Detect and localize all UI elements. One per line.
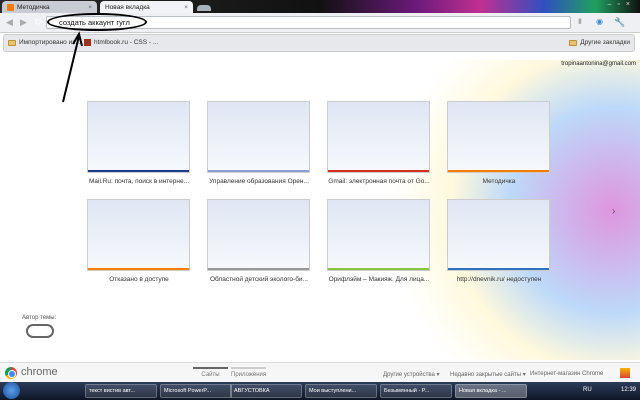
taskbar: текст вистив авт... Microsoft PowerP... АВ… xyxy=(0,382,640,400)
most-visited-thumbnail[interactable] xyxy=(207,199,310,271)
thumbnail-accent xyxy=(88,170,189,172)
thumbnail-label[interactable]: http://dnevnik.ru/ недоступен xyxy=(439,276,559,283)
clock[interactable]: 12:39 xyxy=(621,387,636,393)
start-button[interactable] xyxy=(3,382,20,399)
most-visited-thumbnail[interactable] xyxy=(447,101,550,173)
chrome-logo-icon xyxy=(5,367,17,379)
thumbnail-accent xyxy=(88,268,189,270)
thumbnail-label[interactable]: Mail.Ru: почта, поиск в интерне... xyxy=(79,178,199,185)
theme-author-label: Автор темы: xyxy=(22,315,57,321)
taskbar-item[interactable]: Безымянный - P... xyxy=(380,384,452,398)
most-visited-thumbnail[interactable] xyxy=(327,101,430,173)
other-devices-menu[interactable]: Другие устройства ▾ xyxy=(383,371,439,378)
most-visited-thumbnail[interactable] xyxy=(87,101,190,173)
taskbar-item[interactable]: АВГУСТОВКА xyxy=(230,384,302,398)
recently-closed-menu[interactable]: Недавно закрытые сайты ▾ xyxy=(450,371,526,378)
footer: chrome Сайты Приложения Другие устройств… xyxy=(0,362,640,382)
taskbar-item[interactable]: Новая вкладка - ... xyxy=(455,384,527,398)
thumbnail-accent xyxy=(328,268,429,270)
web-store-icon[interactable] xyxy=(620,368,630,378)
tab-sites[interactable]: Сайты xyxy=(193,367,228,378)
next-page-arrow[interactable]: › xyxy=(612,206,615,217)
thumbnail-label[interactable]: Отказано в доступе xyxy=(79,276,199,283)
language-indicator[interactable]: RU xyxy=(583,387,592,393)
taskbar-item[interactable]: Мои выступлени... xyxy=(305,384,377,398)
web-store-link[interactable]: Интернет-магазин Chrome xyxy=(530,371,603,377)
most-visited-thumbnail[interactable] xyxy=(87,199,190,271)
thumbnail-label[interactable]: Орифлэйм – Макияж. Для лица... xyxy=(319,276,439,283)
taskbar-item[interactable]: Microsoft PowerP... xyxy=(160,384,232,398)
thumbnail-label[interactable]: Областной детский эколого-би... xyxy=(199,276,319,283)
most-visited-thumbnail[interactable] xyxy=(447,199,550,271)
thumbnail-label[interactable]: Управление образования Орен... xyxy=(199,178,319,185)
taskbar-item[interactable]: текст вистив авт... xyxy=(85,384,157,398)
thumbnail-accent xyxy=(448,170,549,172)
thumbnail-accent xyxy=(328,170,429,172)
most-visited-thumbnail[interactable] xyxy=(327,199,430,271)
thumbnail-accent xyxy=(208,170,309,172)
most-visited-thumbnail[interactable] xyxy=(207,101,310,173)
theme-author-logo[interactable] xyxy=(26,324,54,338)
thumbnail-label[interactable]: Gmail: электронная почта от Go... xyxy=(319,178,439,185)
thumbnail-label[interactable]: Методичка xyxy=(439,178,559,185)
chrome-brand: chrome xyxy=(21,366,58,378)
thumbnail-accent xyxy=(208,268,309,270)
tab-apps[interactable]: Приложения xyxy=(231,367,266,378)
thumbnail-accent xyxy=(448,268,549,270)
